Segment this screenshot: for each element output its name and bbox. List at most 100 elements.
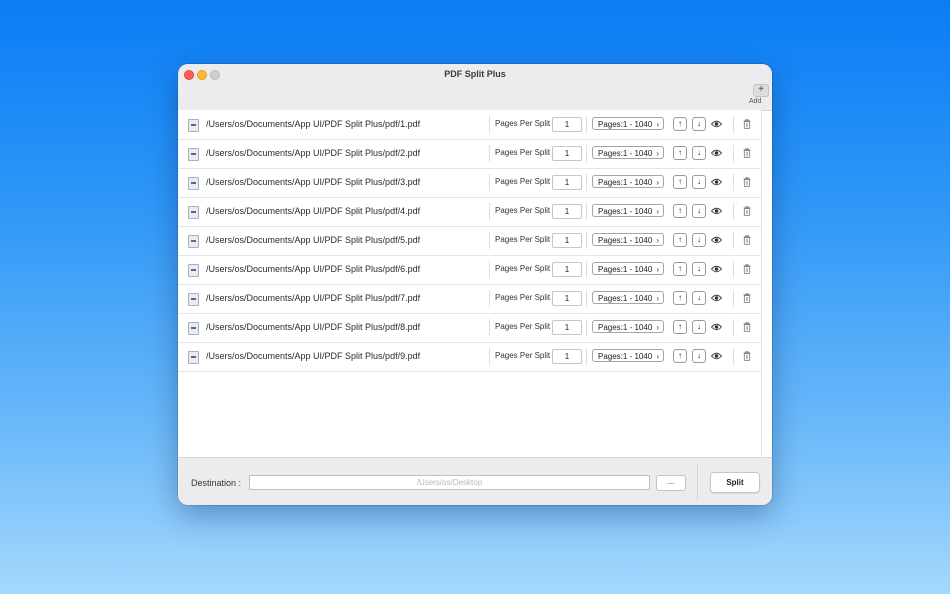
page-range-label: Pages:1 - 1040: [598, 149, 653, 158]
trash-icon[interactable]: [743, 322, 751, 332]
trash-icon[interactable]: [743, 119, 751, 129]
arrow-up-icon[interactable]: ↑: [673, 320, 687, 334]
file-row[interactable]: /Users/os/Documents/App UI/PDF Split Plu…: [178, 284, 761, 314]
page-range-button[interactable]: Pages:1 - 1040 ›: [592, 204, 664, 217]
page-range-button[interactable]: Pages:1 - 1040 ›: [592, 291, 664, 304]
file-row[interactable]: /Users/os/Documents/App UI/PDF Split Plu…: [178, 255, 761, 285]
pages-per-split-input[interactable]: 1: [552, 262, 582, 277]
arrow-up-icon[interactable]: ↑: [673, 291, 687, 305]
arrow-up-icon[interactable]: ↑: [673, 117, 687, 131]
pages-per-split-input[interactable]: 1: [552, 146, 582, 161]
page-range-label: Pages:1 - 1040: [598, 120, 653, 129]
title-bar: PDF Split Plus + Add: [178, 64, 772, 111]
trash-icon[interactable]: [743, 351, 751, 361]
destination-field[interactable]: /Users/os/Desktop: [249, 475, 650, 490]
column-divider: [489, 261, 490, 278]
arrow-down-icon[interactable]: ↓: [692, 117, 706, 131]
eye-icon[interactable]: [711, 207, 722, 215]
pages-per-split-label: Pages Per Split: [495, 177, 551, 186]
file-path: /Users/os/Documents/App UI/PDF Split Plu…: [206, 322, 421, 332]
eye-icon[interactable]: [711, 120, 722, 128]
arrow-up-icon[interactable]: ↑: [673, 146, 687, 160]
column-divider: [733, 116, 734, 133]
split-button[interactable]: Split: [710, 472, 760, 493]
file-row[interactable]: /Users/os/Documents/App UI/PDF Split Plu…: [178, 139, 761, 169]
column-divider: [489, 319, 490, 336]
eye-icon[interactable]: [711, 294, 722, 302]
eye-icon[interactable]: [711, 149, 722, 157]
column-divider: [489, 145, 490, 162]
pages-per-split-label: Pages Per Split: [495, 322, 551, 331]
eye-icon[interactable]: [711, 265, 722, 273]
file-row[interactable]: /Users/os/Documents/App UI/PDF Split Plu…: [178, 197, 761, 227]
eye-icon[interactable]: [711, 352, 722, 360]
file-row[interactable]: /Users/os/Documents/App UI/PDF Split Plu…: [178, 342, 761, 372]
trash-icon[interactable]: [743, 177, 751, 187]
page-range-button[interactable]: Pages:1 - 1040 ›: [592, 146, 664, 159]
arrow-up-icon[interactable]: ↑: [673, 349, 687, 363]
column-divider: [586, 232, 587, 249]
pages-per-split-input[interactable]: 1: [552, 291, 582, 306]
arrow-down-icon[interactable]: ↓: [692, 291, 706, 305]
file-path: /Users/os/Documents/App UI/PDF Split Plu…: [206, 293, 421, 303]
pages-per-split-input[interactable]: 1: [552, 233, 582, 248]
page-range-button[interactable]: Pages:1 - 1040 ›: [592, 175, 664, 188]
file-row[interactable]: /Users/os/Documents/App UI/PDF Split Plu…: [178, 313, 761, 343]
browse-button[interactable]: ...: [656, 475, 686, 491]
trash-icon[interactable]: [743, 235, 751, 245]
page-range-button[interactable]: Pages:1 - 1040 ›: [592, 233, 664, 246]
pdf-file-icon: [188, 148, 199, 161]
file-row[interactable]: /Users/os/Documents/App UI/PDF Split Plu…: [178, 110, 761, 140]
trash-icon[interactable]: [743, 206, 751, 216]
column-divider: [489, 348, 490, 365]
page-range-button[interactable]: Pages:1 - 1040 ›: [592, 320, 664, 333]
column-divider: [733, 261, 734, 278]
eye-icon[interactable]: [711, 178, 722, 186]
page-range-button[interactable]: Pages:1 - 1040 ›: [592, 117, 664, 130]
app-window: PDF Split Plus + Add /Users/os/Documents…: [178, 64, 772, 505]
arrow-down-icon[interactable]: ↓: [692, 146, 706, 160]
page-range-label: Pages:1 - 1040: [598, 178, 653, 187]
arrow-down-icon[interactable]: ↓: [692, 349, 706, 363]
page-range-button[interactable]: Pages:1 - 1040 ›: [592, 349, 664, 362]
arrow-up-icon[interactable]: ↑: [673, 204, 687, 218]
arrow-down-icon[interactable]: ↓: [692, 233, 706, 247]
pdf-file-icon: [188, 264, 199, 277]
page-range-button[interactable]: Pages:1 - 1040 ›: [592, 262, 664, 275]
chevron-right-icon: ›: [656, 236, 659, 245]
eye-icon[interactable]: [711, 323, 722, 331]
file-row[interactable]: /Users/os/Documents/App UI/PDF Split Plu…: [178, 226, 761, 256]
arrow-down-icon[interactable]: ↓: [692, 320, 706, 334]
pdf-file-icon: [188, 293, 199, 306]
chevron-right-icon: ›: [656, 207, 659, 216]
chevron-right-icon: ›: [656, 294, 659, 303]
pdf-file-icon: [188, 119, 199, 132]
file-row[interactable]: /Users/os/Documents/App UI/PDF Split Plu…: [178, 168, 761, 198]
list-scroll-divider: [761, 110, 762, 457]
pages-per-split-input[interactable]: 1: [552, 349, 582, 364]
pages-per-split-label: Pages Per Split: [495, 264, 551, 273]
trash-icon[interactable]: [743, 148, 751, 158]
footer-divider: [697, 464, 698, 500]
arrow-up-icon[interactable]: ↑: [673, 262, 687, 276]
pages-per-split-input[interactable]: 1: [552, 175, 582, 190]
pages-per-split-input[interactable]: 1: [552, 320, 582, 335]
arrow-up-icon[interactable]: ↑: [673, 233, 687, 247]
add-button[interactable]: +: [753, 84, 769, 97]
arrow-down-icon[interactable]: ↓: [692, 175, 706, 189]
trash-icon[interactable]: [743, 264, 751, 274]
pages-per-split-label: Pages Per Split: [495, 119, 551, 128]
pages-per-split-input[interactable]: 1: [552, 117, 582, 132]
chevron-right-icon: ›: [656, 323, 659, 332]
column-divider: [489, 290, 490, 307]
arrow-down-icon[interactable]: ↓: [692, 204, 706, 218]
pdf-file-icon: [188, 206, 199, 219]
eye-icon[interactable]: [711, 236, 722, 244]
arrow-down-icon[interactable]: ↓: [692, 262, 706, 276]
pages-per-split-label: Pages Per Split: [495, 293, 551, 302]
trash-icon[interactable]: [743, 293, 751, 303]
arrow-up-icon[interactable]: ↑: [673, 175, 687, 189]
pages-per-split-label: Pages Per Split: [495, 351, 551, 360]
pages-per-split-label: Pages Per Split: [495, 235, 551, 244]
pages-per-split-input[interactable]: 1: [552, 204, 582, 219]
